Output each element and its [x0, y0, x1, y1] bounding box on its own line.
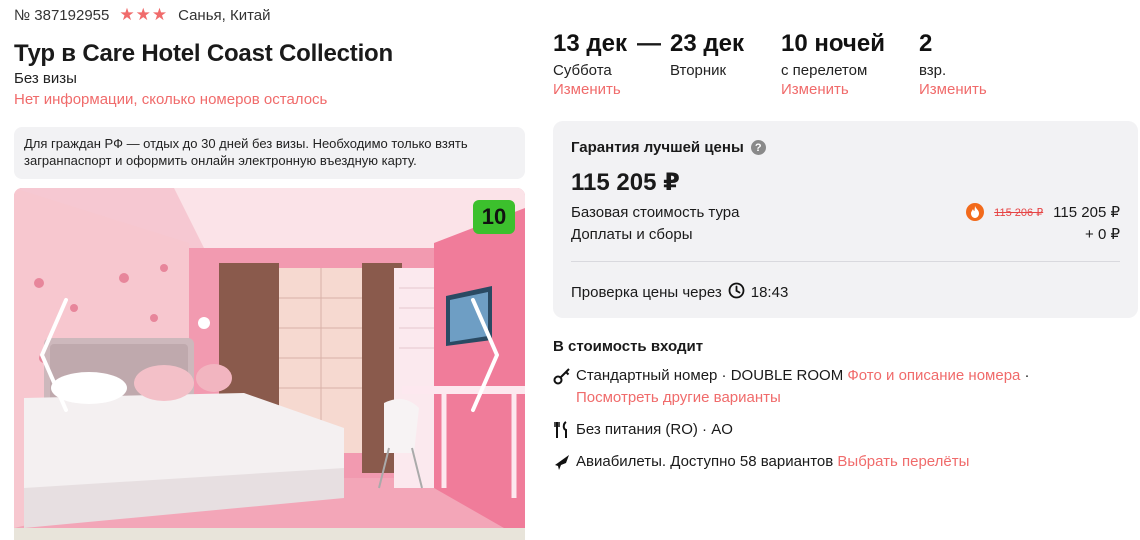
fees-value: + 0 ₽ — [1085, 226, 1120, 243]
included-flight-wrap: Авиабилеты. Доступно 58 вариантов Выбрат… — [576, 451, 969, 473]
nights-count: 10 ночей — [781, 30, 885, 57]
chevron-right-icon — [471, 298, 499, 412]
fees-label: Доплаты и сборы — [571, 225, 693, 243]
departure-date: 13 дек — [553, 30, 627, 57]
change-dates-link[interactable]: Изменить — [553, 81, 627, 98]
included-meal-text: Без питания (RO) · AO — [576, 421, 733, 438]
nights-block: 10 ночей с перелетом Изменить — [781, 30, 885, 98]
included-room-text: Стандартный номер · DOUBLE ROOM — [576, 367, 844, 384]
included-room-text-wrap: Стандартный номер · DOUBLE ROOM Фото и о… — [576, 365, 1030, 409]
date-range-dash: — — [637, 30, 661, 57]
hotel-location: Санья, Китай — [178, 6, 271, 24]
departure-weekday: Суббота — [553, 62, 612, 79]
base-price-row: Базовая стоимость тура 115 206 ₽ 115 205… — [571, 203, 1120, 221]
divider — [571, 261, 1120, 262]
old-price: 115 206 ₽ — [994, 206, 1044, 219]
tour-number: № 387192955 — [14, 6, 110, 24]
room-details-link[interactable]: Фото и описание номера — [847, 367, 1020, 384]
nights-note: с перелетом — [781, 62, 868, 79]
included-room: Стандартный номер · DOUBLE ROOM Фото и о… — [553, 365, 1138, 409]
included-flight-text: Авиабилеты. Доступно 58 вариантов — [576, 453, 834, 470]
choose-flights-link[interactable]: Выбрать перелёты — [837, 453, 969, 470]
base-price-values: 115 206 ₽ 115 205 ₽ — [966, 203, 1120, 221]
key-icon — [553, 365, 571, 387]
return-date-block: 23 дек Вторник — [670, 30, 744, 79]
gallery-prev-button[interactable] — [36, 296, 70, 414]
other-rooms-link[interactable]: Посмотреть другие варианты — [576, 389, 781, 406]
help-icon[interactable]: ? — [750, 140, 766, 155]
included-meal: Без питания (RO) · AO — [553, 419, 1138, 441]
fork-knife-icon — [553, 419, 571, 441]
page-title: Тур в Care Hotel Coast Collection — [14, 40, 393, 67]
price-check-time: 18:43 — [750, 284, 789, 301]
room-separator: · — [1020, 367, 1030, 384]
price-guarantee: Гарантия лучшей цены ? — [571, 139, 1120, 156]
included-title: В стоимость входит — [553, 338, 704, 355]
price-check-timer: Проверка цены через 18:43 — [571, 282, 1120, 303]
rooms-availability-notice: Нет информации, сколько номеров осталось — [14, 91, 328, 108]
fees-row: Доплаты и сборы + 0 ₽ — [571, 225, 1120, 244]
change-nights-link[interactable]: Изменить — [781, 81, 885, 98]
change-guests-link[interactable]: Изменить — [919, 81, 987, 98]
departure-date-block: 13 дек Суббота Изменить — [553, 30, 627, 98]
guests-note: взр. — [919, 62, 947, 79]
visa-status: Без визы — [14, 70, 77, 87]
hotel-meta-line: № 387192955 ★★★ Санья, Китай — [14, 5, 271, 25]
price-check-label: Проверка цены через — [571, 284, 722, 301]
included-flight: Авиабилеты. Доступно 58 вариантов Выбрат… — [553, 451, 1138, 473]
plane-icon — [553, 451, 571, 473]
chevron-left-icon — [40, 298, 68, 412]
price-guarantee-label: Гарантия лучшей цены — [571, 139, 744, 156]
price-card: Гарантия лучшей цены ? 115 205 ₽ Базовая… — [553, 121, 1138, 318]
hotel-photo-gallery[interactable]: 10 — [14, 188, 525, 540]
trip-dates-panel: 13 дек Суббота Изменить — 23 дек Вторник… — [553, 30, 1138, 100]
rating-badge: 10 — [473, 200, 515, 234]
return-date: 23 дек — [670, 30, 744, 57]
guests-count: 2 — [919, 30, 933, 57]
base-price-value: 115 205 ₽ — [1053, 204, 1120, 221]
total-price: 115 205 ₽ — [571, 169, 680, 196]
star-icon: ★★★ — [119, 5, 169, 24]
hotel-room-photo — [14, 188, 525, 540]
return-weekday: Вторник — [670, 62, 727, 79]
included-section: В стоимость входит Стандартный номер · D… — [553, 338, 1138, 473]
gallery-next-button[interactable] — [469, 296, 503, 414]
guests-block: 2 взр. Изменить — [919, 30, 987, 98]
visa-info-note: Для граждан РФ — отдых до 30 дней без ви… — [14, 127, 525, 179]
base-price-label: Базовая стоимость тура — [571, 203, 740, 221]
fire-icon — [966, 203, 985, 221]
clock-icon — [728, 282, 745, 303]
